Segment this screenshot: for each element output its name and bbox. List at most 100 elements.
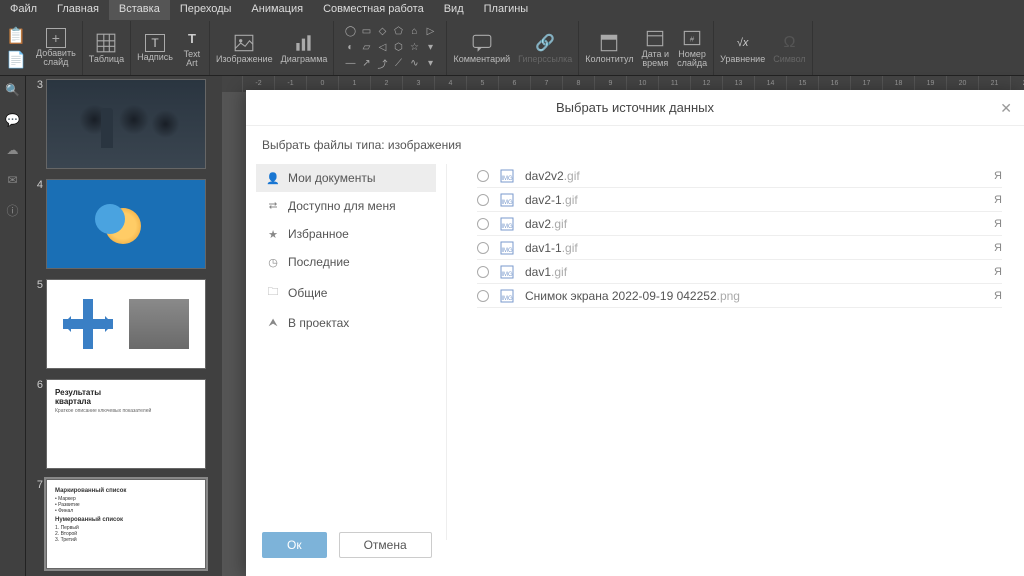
slide-thumb-3[interactable]: [46, 79, 206, 169]
image-file-icon: IMG: [499, 240, 515, 256]
textart-button[interactable]: T Text Art: [181, 27, 203, 68]
file-name: dav1.gif: [525, 265, 984, 279]
menu-plugins[interactable]: Плагины: [474, 0, 539, 20]
close-icon[interactable]: ✕: [1000, 100, 1012, 117]
radio-icon[interactable]: [477, 194, 489, 206]
slide-thumb-6[interactable]: Результаты квартала Краткое описание клю…: [46, 379, 206, 469]
dialog-title: Выбрать источник данных ✕: [246, 90, 1024, 126]
comments-icon[interactable]: 💬: [5, 112, 21, 128]
file-row[interactable]: IMG dav2-1.gif Я: [477, 188, 1002, 212]
file-owner: Я: [994, 266, 1002, 278]
file-row[interactable]: IMG dav2.gif Я: [477, 212, 1002, 236]
file-name: Снимок экрана 2022-09-19 042252.png: [525, 289, 984, 303]
menu-file[interactable]: Файл: [0, 0, 47, 20]
nav-item-0[interactable]: 👤 Мои документы: [256, 164, 436, 192]
slide-number: 7: [32, 479, 46, 569]
nav-item-label: Общие: [288, 286, 327, 300]
file-row[interactable]: IMG dav1-1.gif Я: [477, 236, 1002, 260]
slide-thumb-4[interactable]: [46, 179, 206, 269]
slide-thumbnails: 3 4 5 6 Результаты квартала Краткое опис…: [26, 76, 222, 576]
textbox-button[interactable]: T Надпись: [137, 34, 173, 62]
ok-button[interactable]: Ок: [262, 532, 327, 558]
radio-icon[interactable]: [477, 242, 489, 254]
slide-thumb-7[interactable]: Маркированный список • Маркер • Развитие…: [46, 479, 206, 569]
slide-number: 3: [32, 79, 46, 169]
header-button[interactable]: Колонтитул: [585, 32, 633, 64]
find-icon[interactable]: 🔍: [5, 82, 21, 98]
copy-icon[interactable]: 📋: [5, 25, 27, 47]
image-file-icon: IMG: [499, 168, 515, 184]
nav-item-label: В проектах: [288, 316, 349, 330]
file-name: dav2-1.gif: [525, 193, 984, 207]
menu-transitions[interactable]: Переходы: [170, 0, 242, 20]
menu-insert[interactable]: Вставка: [109, 0, 170, 20]
image-file-icon: IMG: [499, 216, 515, 232]
file-owner: Я: [994, 218, 1002, 230]
hyperlink-button: 🔗 Гиперссылка: [518, 32, 572, 64]
nav-item-4[interactable]: 🗀 Общие: [256, 276, 436, 309]
slidenum-button[interactable]: # Номер слайда: [677, 27, 707, 68]
slide-thumb-5[interactable]: [46, 279, 206, 369]
feedback-icon[interactable]: ✉: [5, 172, 21, 188]
paste-icon[interactable]: 📄: [5, 49, 27, 71]
radio-icon[interactable]: [477, 266, 489, 278]
file-row[interactable]: IMG dav2v2.gif Я: [477, 164, 1002, 188]
svg-text:#: #: [690, 34, 695, 43]
file-type-filter: Выбрать файлы типа: изображения: [246, 126, 1024, 164]
datetime-button[interactable]: Дата и время: [642, 27, 669, 68]
file-owner: Я: [994, 290, 1002, 302]
file-owner: Я: [994, 170, 1002, 182]
user-icon: 👤: [266, 172, 280, 185]
menu-animation[interactable]: Анимация: [241, 0, 313, 20]
nav-item-label: Доступно для меня: [288, 199, 396, 213]
info-icon[interactable]: ⓘ: [5, 202, 21, 218]
radio-icon[interactable]: [477, 170, 489, 182]
menu-main[interactable]: Главная: [47, 0, 109, 20]
equation-button[interactable]: √x Уравнение: [720, 32, 765, 64]
file-name: dav1-1.gif: [525, 241, 984, 255]
radio-icon[interactable]: [477, 290, 489, 302]
file-row[interactable]: IMG dav1.gif Я: [477, 260, 1002, 284]
slide-number: 4: [32, 179, 46, 269]
shapes-gallery[interactable]: ◯▭◇⬠⌂▷ ◐▱◁⬡☆▾ —↗⤴⟋∿▾: [340, 22, 440, 74]
file-row[interactable]: IMG Снимок экрана 2022-09-19 042252.png …: [477, 284, 1002, 308]
image-button[interactable]: Изображение: [216, 32, 273, 64]
image-file-icon: IMG: [499, 288, 515, 304]
nav-item-1[interactable]: ⮂ Доступно для меня: [256, 192, 436, 220]
star-icon: ★: [266, 228, 280, 241]
data-source-dialog: Выбрать источник данных ✕ Выбрать файлы …: [246, 90, 1024, 576]
nav-item-3[interactable]: ◷ Последние: [256, 248, 436, 276]
file-owner: Я: [994, 242, 1002, 254]
image-file-icon: IMG: [499, 264, 515, 280]
cancel-button[interactable]: Отмена: [339, 532, 432, 558]
slide-number: 5: [32, 279, 46, 369]
menu-view[interactable]: Вид: [434, 0, 474, 20]
file-name: dav2v2.gif: [525, 169, 984, 183]
svg-text:IMG: IMG: [501, 296, 513, 302]
dialog-nav: 👤 Мои документы ⮂ Доступно для меня ★ Из…: [246, 164, 446, 540]
nav-item-label: Последние: [288, 255, 350, 269]
proj-icon: ⮝: [266, 317, 280, 330]
file-name: dav2.gif: [525, 217, 984, 231]
side-toolbar: 🔍 💬 ☁ ✉ ⓘ: [0, 76, 26, 576]
svg-text:IMG: IMG: [501, 224, 513, 230]
menubar: Файл Главная Вставка Переходы Анимация С…: [0, 0, 1024, 20]
drive-icon[interactable]: ☁: [5, 142, 21, 158]
svg-text:IMG: IMG: [501, 200, 513, 206]
symbol-button: Ω Символ: [773, 32, 805, 64]
menu-collab[interactable]: Совместная работа: [313, 0, 434, 20]
nav-item-5[interactable]: ⮝ В проектах: [256, 309, 436, 337]
nav-item-label: Избранное: [288, 227, 349, 241]
radio-icon[interactable]: [477, 218, 489, 230]
comment-button[interactable]: Комментарий: [453, 32, 510, 64]
table-button[interactable]: Таблица: [89, 32, 124, 64]
svg-text:IMG: IMG: [501, 248, 513, 254]
svg-text:IMG: IMG: [501, 272, 513, 278]
ribbon: 📋 📄 + Добавить слайд Таблица T Надпись T…: [0, 20, 1024, 76]
folder-icon: 🗀: [266, 283, 280, 302]
file-list: IMG dav2v2.gif Я IMG dav2-1.gif Я IMG da…: [446, 164, 1024, 540]
chart-button[interactable]: Диаграмма: [281, 32, 328, 64]
svg-text:IMG: IMG: [501, 176, 513, 182]
add-slide-button[interactable]: + Добавить слайд: [36, 28, 76, 67]
nav-item-2[interactable]: ★ Избранное: [256, 220, 436, 248]
